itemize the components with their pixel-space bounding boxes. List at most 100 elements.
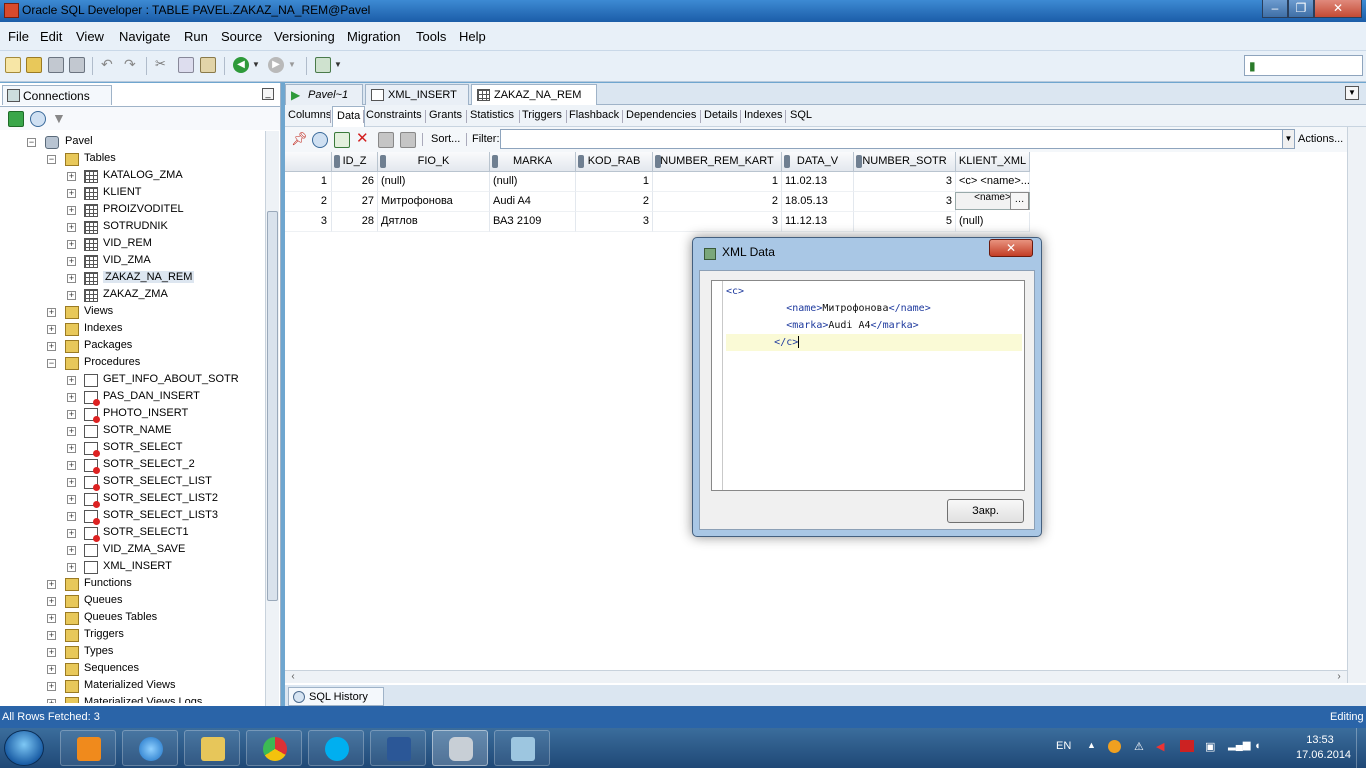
subtab-indexes[interactable]: Indexes: [744, 109, 783, 121]
menu-migration[interactable]: Migration: [347, 29, 400, 44]
expand-toggle[interactable]: +: [67, 495, 76, 504]
tree-node-procedure[interactable]: + SOTR_NAME: [0, 423, 260, 440]
column-header[interactable]: DATA_V: [782, 152, 854, 172]
tree-node-procedure[interactable]: + XML_INSERT: [0, 559, 260, 576]
subtab-columns[interactable]: Columns: [288, 109, 331, 121]
grid-vertical-scrollbar[interactable]: [1347, 127, 1366, 683]
expand-toggle[interactable]: +: [47, 648, 56, 657]
expand-toggle[interactable]: +: [47, 614, 56, 623]
tree-node-table[interactable]: + SOTRUDNIK: [0, 219, 260, 236]
row-number[interactable]: 1: [285, 172, 332, 192]
close-button[interactable]: Закр.: [947, 499, 1024, 523]
scroll-left-icon[interactable]: ‹: [287, 671, 299, 683]
expand-toggle[interactable]: +: [67, 410, 76, 419]
show-desktop-button[interactable]: [1356, 728, 1366, 768]
tree-node-table[interactable]: + PROIZVODITEL: [0, 202, 260, 219]
expand-toggle[interactable]: +: [67, 427, 76, 436]
tree-node-table[interactable]: + VID_REM: [0, 236, 260, 253]
expand-toggle[interactable]: +: [67, 223, 76, 232]
expand-toggle[interactable]: +: [47, 665, 56, 674]
language-indicator[interactable]: EN: [1056, 740, 1071, 752]
run-dropdown-icon[interactable]: ▼: [334, 57, 350, 73]
expand-toggle[interactable]: +: [67, 189, 76, 198]
tree-node-connection[interactable]: − Pavel: [0, 134, 260, 151]
subtab-statistics[interactable]: Statistics: [470, 109, 514, 121]
scroll-right-icon[interactable]: ›: [1333, 671, 1345, 683]
tray-app-icon[interactable]: [1108, 740, 1121, 753]
close-window-button[interactable]: ✕: [1314, 0, 1362, 18]
column-header[interactable]: NUMBER_REM_KART: [653, 152, 782, 172]
tree-node-procedure[interactable]: + SOTR_SELECT_LIST: [0, 474, 260, 491]
table-cell[interactable]: 18.05.13: [782, 192, 854, 212]
menu-tools[interactable]: Tools: [416, 29, 446, 44]
expand-toggle[interactable]: +: [67, 546, 76, 555]
row-number[interactable]: 3: [285, 212, 332, 232]
expand-toggle[interactable]: +: [47, 325, 56, 334]
grid-horizontal-scrollbar[interactable]: ‹ ›: [285, 670, 1347, 683]
tree-node-group[interactable]: + Types: [0, 644, 260, 661]
column-header[interactable]: MARKA: [490, 152, 576, 172]
clock[interactable]: 13:53 17.06.2014: [1296, 733, 1351, 763]
save-icon[interactable]: [48, 57, 64, 73]
actions-button[interactable]: Actions...: [1298, 133, 1343, 145]
expand-toggle[interactable]: +: [67, 257, 76, 266]
column-header[interactable]: FIO_K: [378, 152, 490, 172]
tree-node-procedure[interactable]: + VID_ZMA_SAVE: [0, 542, 260, 559]
expand-toggle[interactable]: +: [47, 682, 56, 691]
search-field[interactable]: ▮: [1244, 55, 1363, 76]
column-header[interactable]: KOD_RAB: [576, 152, 653, 172]
tab-pavel-worksheet[interactable]: ▶ Pavel~1: [285, 84, 363, 105]
expand-toggle[interactable]: +: [67, 461, 76, 470]
commit-icon[interactable]: [378, 132, 394, 148]
table-cell[interactable]: Audi A4: [490, 192, 576, 212]
tree-node-group[interactable]: + Materialized Views: [0, 678, 260, 695]
table-cell[interactable]: 1: [653, 172, 782, 192]
tree-node-procedure[interactable]: + PHOTO_INSERT: [0, 406, 260, 423]
menu-navigate[interactable]: Navigate: [119, 29, 170, 44]
tree-node-tables[interactable]: − Tables: [0, 151, 260, 168]
table-cell[interactable]: ВАЗ 2109: [490, 212, 576, 232]
network-tray-icon[interactable]: ⚠: [1134, 740, 1144, 753]
expand-toggle[interactable]: +: [47, 699, 56, 703]
tree-node-procedure[interactable]: + SOTR_SELECT_LIST3: [0, 508, 260, 525]
cut-icon[interactable]: ✂: [155, 57, 171, 73]
minimize-button[interactable]: –: [1262, 0, 1288, 18]
insert-row-icon[interactable]: [334, 132, 350, 148]
sort-button[interactable]: Sort...: [431, 133, 460, 145]
table-cell[interactable]: 11.02.13: [782, 172, 854, 192]
back-icon[interactable]: ◀: [233, 57, 249, 73]
subtab-data[interactable]: Data: [332, 106, 366, 127]
freeze-pin-icon[interactable]: 📌︎: [291, 132, 308, 148]
table-cell[interactable]: 3: [576, 212, 653, 232]
tree-node-group[interactable]: + Queues: [0, 593, 260, 610]
expand-toggle[interactable]: +: [67, 444, 76, 453]
filter-icon[interactable]: ▼: [52, 111, 68, 127]
expand-toggle[interactable]: +: [67, 274, 76, 283]
expand-toggle[interactable]: +: [67, 376, 76, 385]
table-cell[interactable]: (null): [956, 212, 1030, 232]
tab-zakaz-na-rem[interactable]: ZAKAZ_NA_REM: [471, 84, 597, 105]
tree-node-procedure[interactable]: + SOTR_SELECT_2: [0, 457, 260, 474]
subtab-flashback[interactable]: Flashback: [569, 109, 619, 121]
paste-icon[interactable]: [200, 57, 216, 73]
menu-file[interactable]: File: [8, 29, 29, 44]
menu-help[interactable]: Help: [459, 29, 486, 44]
tab-xml-insert[interactable]: XML_INSERT: [365, 84, 469, 105]
tree-node-group[interactable]: + Views: [0, 304, 260, 321]
tray-device-icon[interactable]: ▣: [1205, 740, 1215, 753]
tree-scroll-thumb[interactable]: [267, 211, 278, 601]
connections-tab[interactable]: Connections: [2, 85, 112, 105]
table-cell[interactable]: <c> <name>...: [956, 172, 1030, 192]
tree-node-table[interactable]: + KLIENT: [0, 185, 260, 202]
table-cell[interactable]: 3: [854, 172, 956, 192]
back-dropdown-icon[interactable]: ▼: [252, 57, 268, 73]
expand-toggle[interactable]: +: [47, 342, 56, 351]
xml-editor[interactable]: <c> <name>Митрофонова</name> <marka>Audi…: [711, 280, 1025, 491]
expand-toggle[interactable]: +: [47, 631, 56, 640]
subtab-sql[interactable]: SQL: [790, 109, 812, 121]
tree-node-table[interactable]: + ZAKAZ_ZMA: [0, 287, 260, 304]
expand-toggle[interactable]: +: [67, 206, 76, 215]
menu-run[interactable]: Run: [184, 29, 208, 44]
expand-toggle[interactable]: +: [67, 529, 76, 538]
tree-node-procedure[interactable]: + PAS_DAN_INSERT: [0, 389, 260, 406]
